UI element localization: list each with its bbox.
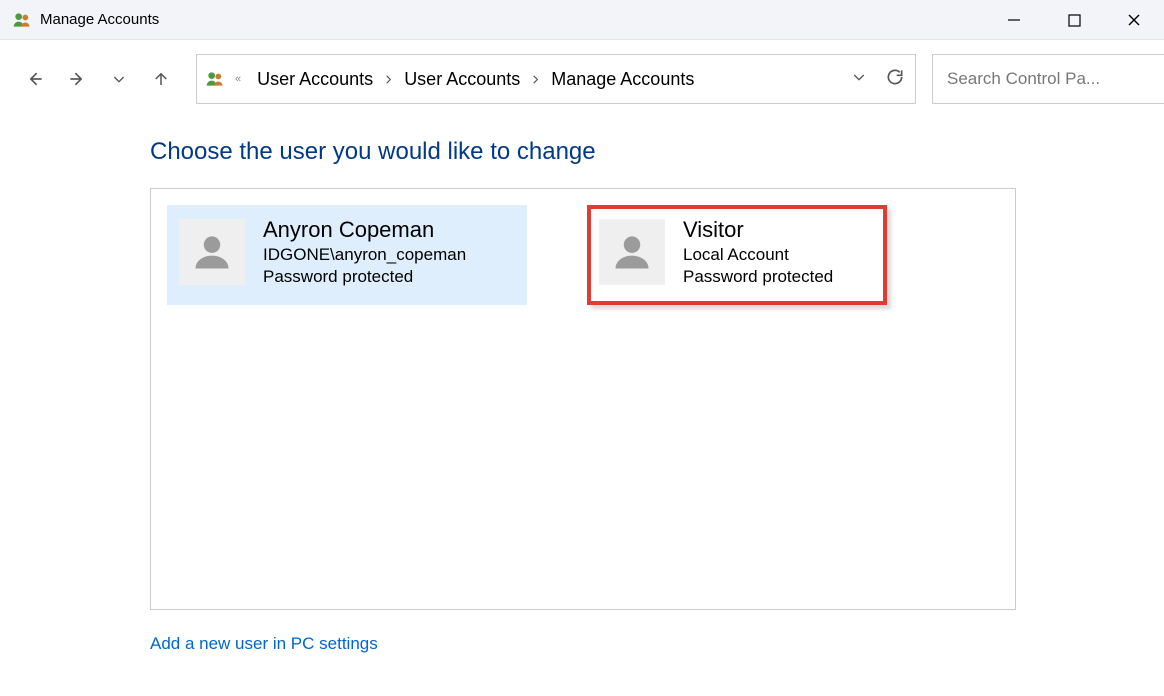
add-user-link[interactable]: Add a new user in PC settings — [150, 634, 378, 654]
avatar — [599, 219, 665, 285]
address-dropdown-button[interactable] — [851, 69, 867, 89]
nav-buttons — [16, 60, 180, 98]
user-accounts-icon — [12, 10, 32, 30]
accounts-list: Anyron Copeman IDGONE\anyron_copeman Pas… — [150, 188, 1016, 610]
chevron-down-icon — [851, 69, 867, 85]
chevron-left-double-icon[interactable]: « — [235, 73, 241, 85]
user-icon — [610, 230, 654, 274]
arrow-left-icon — [25, 69, 45, 89]
avatar — [179, 219, 245, 285]
recent-button[interactable] — [100, 60, 138, 98]
back-button[interactable] — [16, 60, 54, 98]
refresh-button[interactable] — [885, 67, 905, 91]
arrow-right-icon — [67, 69, 87, 89]
user-icon — [190, 230, 234, 274]
breadcrumb-item[interactable]: User Accounts — [251, 65, 379, 94]
account-subtitle: IDGONE\anyron_copeman — [263, 245, 466, 265]
search-box[interactable] — [932, 54, 1164, 104]
up-button[interactable] — [142, 60, 180, 98]
refresh-icon — [885, 67, 905, 87]
account-subtitle: Local Account — [683, 245, 833, 265]
account-info: Anyron Copeman IDGONE\anyron_copeman Pas… — [263, 217, 466, 287]
user-accounts-icon — [205, 69, 225, 89]
account-name: Anyron Copeman — [263, 217, 466, 243]
titlebar: Manage Accounts — [0, 0, 1164, 40]
content-area: Choose the user you would like to change… — [0, 138, 1164, 654]
forward-button[interactable] — [58, 60, 96, 98]
breadcrumb-item[interactable]: Manage Accounts — [545, 65, 700, 94]
account-tile[interactable]: Visitor Local Account Password protected — [587, 205, 887, 305]
nav-row: « User Accounts User Accounts Manage Acc… — [0, 40, 1164, 120]
account-name: Visitor — [683, 217, 833, 243]
page-title: Choose the user you would like to change — [150, 138, 1164, 166]
chevron-right-icon[interactable] — [383, 74, 394, 85]
address-bar[interactable]: « User Accounts User Accounts Manage Acc… — [196, 54, 916, 104]
window-title: Manage Accounts — [40, 11, 159, 28]
maximize-button[interactable] — [1044, 0, 1104, 40]
minimize-icon — [1007, 13, 1021, 27]
account-info: Visitor Local Account Password protected — [683, 217, 833, 287]
account-status: Password protected — [683, 267, 833, 287]
breadcrumb: User Accounts User Accounts Manage Accou… — [251, 65, 843, 94]
chevron-down-icon — [111, 71, 127, 87]
maximize-icon — [1068, 14, 1081, 27]
account-tile[interactable]: Anyron Copeman IDGONE\anyron_copeman Pas… — [167, 205, 527, 305]
minimize-button[interactable] — [984, 0, 1044, 40]
breadcrumb-item[interactable]: User Accounts — [398, 65, 526, 94]
chevron-right-icon[interactable] — [530, 74, 541, 85]
arrow-up-icon — [152, 70, 170, 88]
search-input[interactable] — [945, 68, 1164, 90]
close-icon — [1127, 13, 1141, 27]
window-controls — [984, 0, 1164, 40]
account-status: Password protected — [263, 267, 466, 287]
close-button[interactable] — [1104, 0, 1164, 40]
